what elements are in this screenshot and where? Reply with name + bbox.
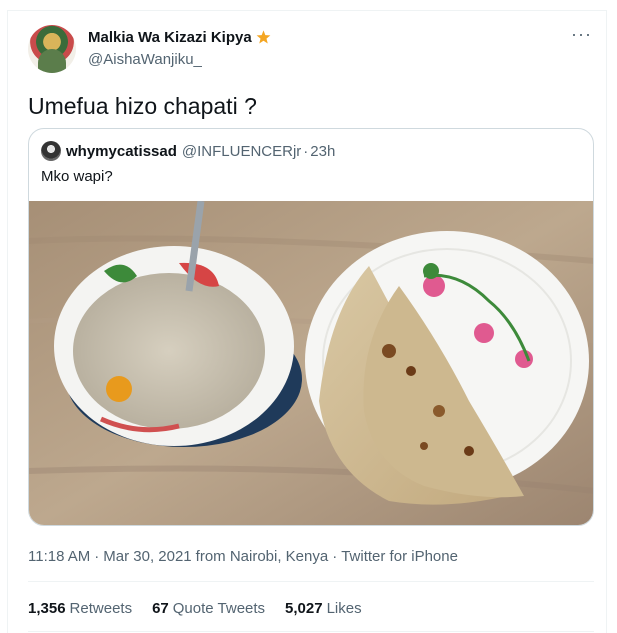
tweet-card: Malkia Wa Kizazi Kipya @AishaWanjiku_ ··… [7, 10, 607, 633]
quote-tweets-stat[interactable]: 67 Quote Tweets [152, 600, 265, 617]
quoted-tweet-header: whymycatissad @INFLUENCERjr · 23h [41, 141, 335, 161]
author-display-name[interactable]: Malkia Wa Kizazi Kipya [88, 29, 252, 46]
likes-label: Likes [326, 600, 362, 617]
quoted-time: 23h [310, 142, 336, 160]
tweet-text: Umefua hizo chapati ? [28, 93, 257, 119]
quoted-tweet-text: Mko wapi? [41, 168, 113, 185]
likes-stat[interactable]: 5,027 Likes [285, 600, 362, 617]
quoted-author-avatar [41, 141, 61, 161]
author-handle[interactable]: @AishaWanjiku_ [88, 51, 202, 68]
engagement-stats: 1,356 Retweets 67 Quote Tweets 5,027 Likes [28, 600, 362, 617]
star-icon [256, 30, 271, 44]
author-avatar[interactable] [28, 25, 76, 73]
likes-count: 5,027 [285, 600, 323, 617]
quoted-photo[interactable] [29, 201, 594, 526]
quoted-separator: · [303, 142, 309, 160]
divider-bottom [28, 631, 594, 632]
quoted-tweet[interactable]: whymycatissad @INFLUENCERjr · 23h Mko wa… [28, 128, 594, 526]
meta-separator-2: · [332, 548, 338, 565]
tweet-time[interactable]: 11:18 AM [28, 548, 90, 565]
retweets-stat[interactable]: 1,356 Retweets [28, 600, 132, 617]
author-name-row: Malkia Wa Kizazi Kipya [88, 29, 272, 46]
tweet-source[interactable]: Twitter for iPhone [341, 548, 458, 565]
tweet-date[interactable]: Mar 30, 2021 [103, 548, 191, 565]
quoted-author-name: whymycatissad [66, 142, 177, 160]
retweets-count: 1,356 [28, 600, 66, 617]
retweets-label: Retweets [69, 600, 133, 617]
quoted-author-handle: @INFLUENCERjr [181, 142, 302, 160]
divider-top [28, 581, 594, 582]
tweet-meta: 11:18 AM · Mar 30, 2021 from Nairobi, Ke… [28, 548, 458, 565]
quote-tweets-label: Quote Tweets [172, 600, 266, 617]
more-options-icon[interactable]: ··· [571, 25, 592, 43]
meta-separator-1: · [94, 548, 100, 565]
quote-tweets-count: 67 [152, 600, 169, 617]
tweet-location[interactable]: from Nairobi, Kenya [196, 548, 329, 565]
